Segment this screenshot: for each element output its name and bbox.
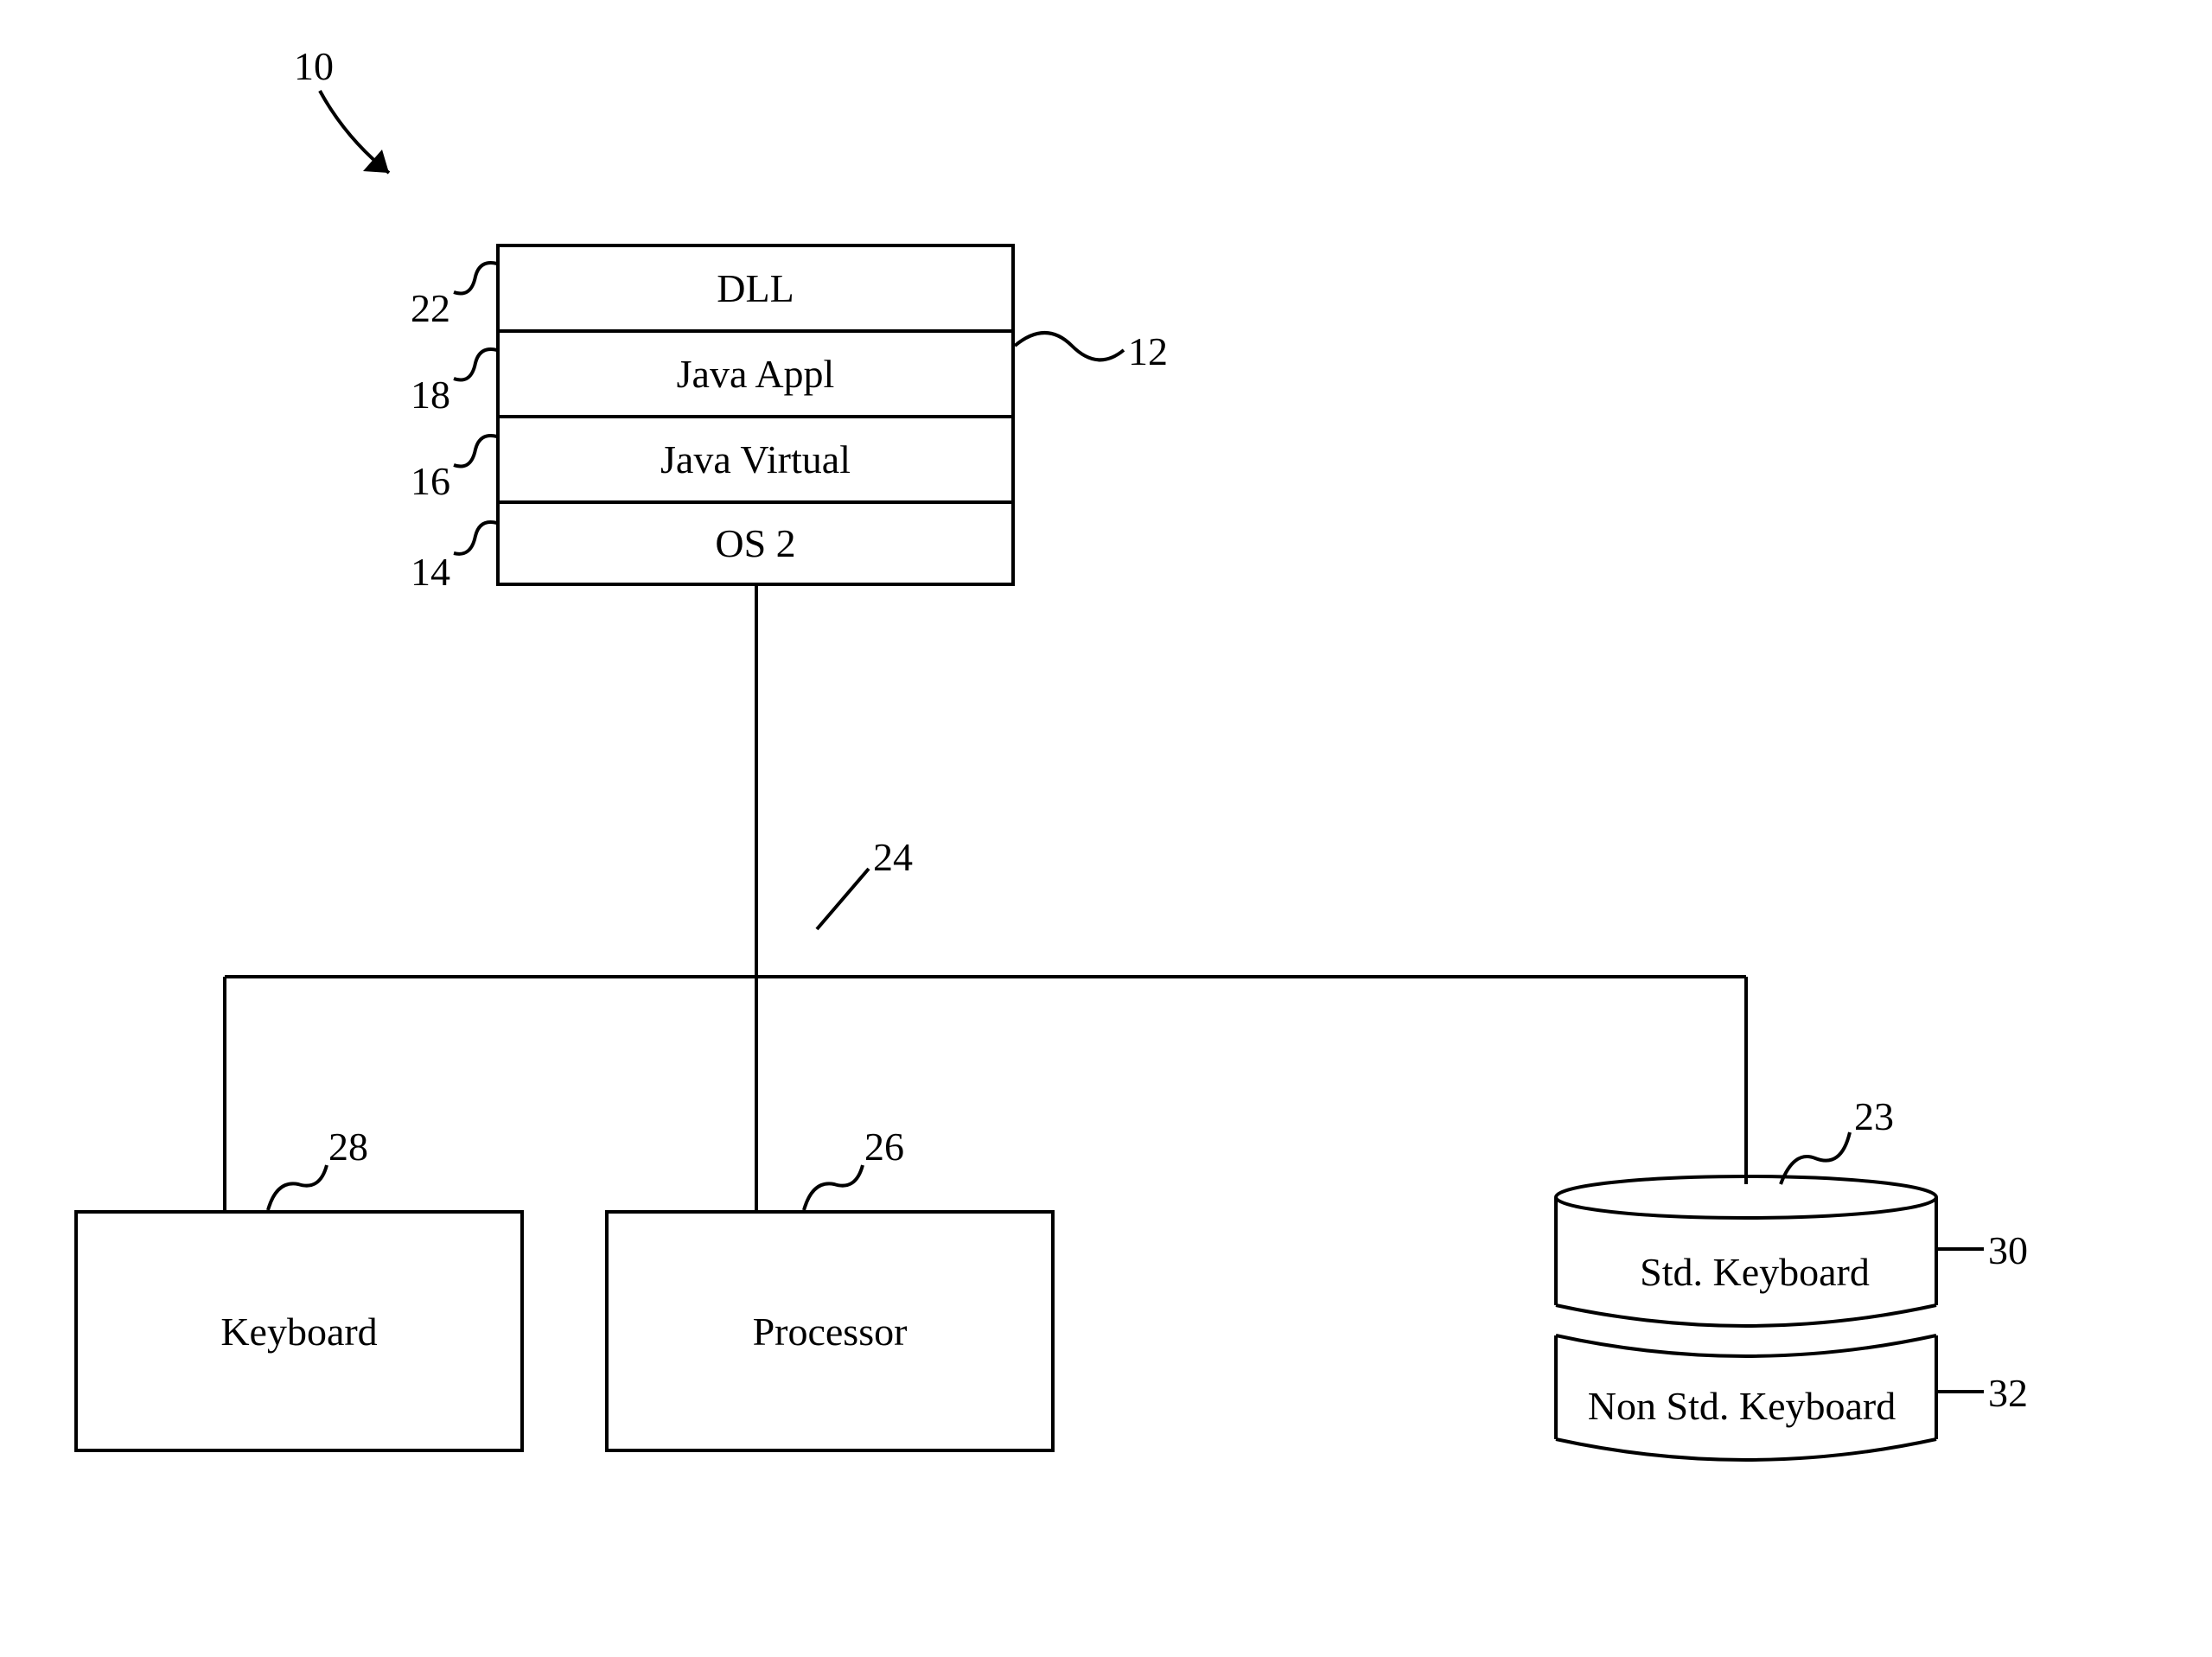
leader-24-icon xyxy=(817,869,869,929)
ref-32: 32 xyxy=(1988,1370,2028,1416)
ref-24: 24 xyxy=(873,834,913,880)
storage-std-label: Std. Keyboard xyxy=(1582,1249,1928,1295)
leader-18-icon xyxy=(454,349,497,380)
keyboard-box: Keyboard xyxy=(74,1210,524,1452)
stack-dll-label: DLL xyxy=(717,265,794,311)
stack-os2-label: OS 2 xyxy=(715,520,795,566)
ref-12: 12 xyxy=(1128,328,1168,374)
ref-28: 28 xyxy=(328,1124,368,1169)
leader-22-icon xyxy=(454,263,497,294)
leader-28-icon xyxy=(268,1165,327,1210)
stack-java-appl: Java Appl xyxy=(496,329,1015,415)
stack-java-virtual: Java Virtual xyxy=(496,415,1015,500)
leader-23-icon xyxy=(1781,1132,1850,1184)
ref-18: 18 xyxy=(411,372,450,417)
keyboard-label: Keyboard xyxy=(220,1309,377,1354)
leader-16-icon xyxy=(454,436,497,467)
storage-nonstd-label: Non Std. Keyboard xyxy=(1556,1383,1928,1429)
processor-box: Processor xyxy=(605,1210,1055,1452)
leader-26-icon xyxy=(804,1165,863,1210)
diagram-canvas: DLL Java Appl Java Virtual OS 2 Keyboard… xyxy=(0,0,2212,1657)
ref-14: 14 xyxy=(411,549,450,595)
stack-java-appl-label: Java Appl xyxy=(677,351,835,397)
arrow-icon xyxy=(320,91,389,173)
processor-label: Processor xyxy=(753,1309,908,1354)
stack-java-virtual-label: Java Virtual xyxy=(660,437,851,482)
ref-23: 23 xyxy=(1854,1093,1894,1139)
bus-lines xyxy=(225,586,1746,1210)
leader-12-icon xyxy=(1015,333,1124,360)
ref-26: 26 xyxy=(864,1124,904,1169)
ref-16: 16 xyxy=(411,458,450,504)
ref-30: 30 xyxy=(1988,1227,2028,1273)
leader-14-icon xyxy=(454,522,497,554)
ref-figure: 10 xyxy=(294,43,334,89)
ref-22: 22 xyxy=(411,285,450,331)
stack-dll: DLL xyxy=(496,244,1015,329)
stack-os2: OS 2 xyxy=(496,500,1015,586)
